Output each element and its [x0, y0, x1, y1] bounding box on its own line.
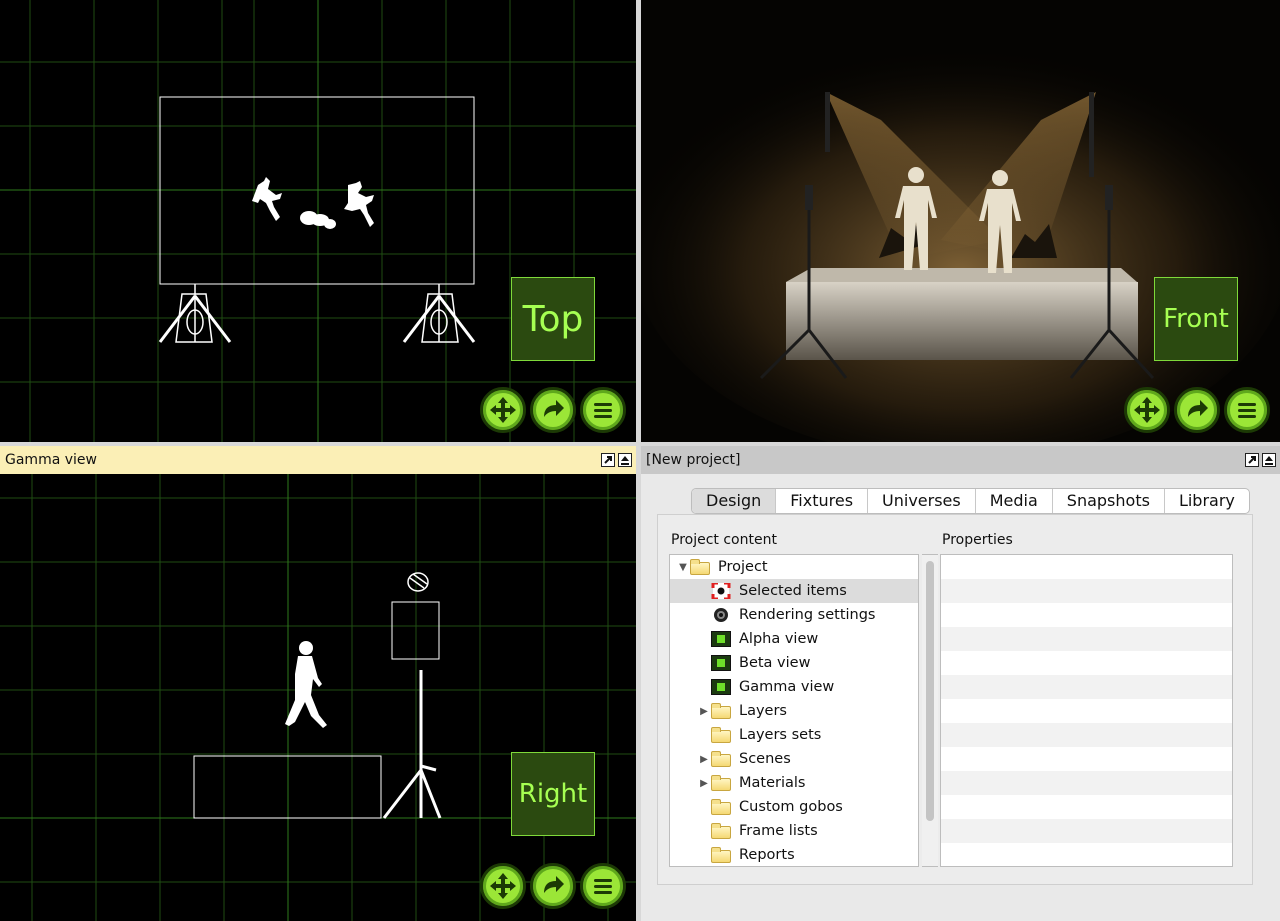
tree-item-rendering-settings[interactable]: Rendering settings	[670, 603, 918, 627]
project-tree[interactable]: ▼ Project Selected items Rendering settin…	[669, 554, 919, 867]
folder-icon	[711, 847, 731, 863]
right-rotate-button[interactable]	[530, 863, 576, 909]
property-row[interactable]	[941, 627, 1232, 651]
front-menu-button[interactable]	[1224, 387, 1270, 433]
folder-icon	[711, 823, 731, 839]
tab-snapshots[interactable]: Snapshots	[1053, 489, 1165, 513]
project-panel-titlebar[interactable]: [New project]	[641, 446, 1280, 474]
viewport-icon	[711, 655, 731, 671]
project-content-header: Project content	[671, 532, 777, 548]
move-arrows-icon	[1134, 397, 1160, 423]
collapsed-triangle-icon[interactable]: ▶	[697, 778, 711, 789]
rotate-arrow-icon	[544, 876, 564, 893]
top-viewport-grid	[0, 0, 636, 442]
folder-icon	[711, 799, 731, 815]
right-tripod-icon	[382, 670, 442, 819]
front-render-scene	[641, 0, 1280, 442]
tree-item-custom-gobos[interactable]: Custom gobos	[670, 795, 918, 819]
expanded-triangle-icon[interactable]: ▼	[676, 562, 690, 573]
tree-item-layers[interactable]: ▶ Layers	[670, 699, 918, 723]
tree-item-materials[interactable]: ▶ Materials	[670, 771, 918, 795]
property-row[interactable]	[941, 555, 1232, 579]
tree-item-beta-view[interactable]: Beta view	[670, 651, 918, 675]
collapsed-triangle-icon[interactable]: ▶	[697, 754, 711, 765]
tab-design[interactable]: Design	[692, 489, 777, 513]
folder-icon	[711, 703, 731, 719]
property-row[interactable]	[941, 747, 1232, 771]
property-row[interactable]	[941, 771, 1232, 795]
right-viewport-grid	[0, 474, 636, 921]
top-right-tripod-icon	[402, 284, 476, 343]
viewport-icon	[711, 679, 731, 695]
top-move-button[interactable]	[480, 387, 526, 433]
top-view-label[interactable]: Top	[511, 277, 595, 361]
move-arrows-icon	[490, 873, 516, 899]
project-tabs: Design Fixtures Universes Media Snapshot…	[691, 488, 1250, 514]
top-left-tripod-icon	[158, 284, 232, 343]
eject-icon[interactable]	[1262, 453, 1276, 467]
folder-icon	[690, 559, 710, 575]
property-row[interactable]	[941, 603, 1232, 627]
right-menu-button[interactable]	[580, 863, 626, 909]
folder-icon	[711, 751, 731, 767]
right-move-button[interactable]	[480, 863, 526, 909]
camera-lens-icon	[711, 607, 731, 623]
project-panel: Design Fixtures Universes Media Snapshot…	[641, 474, 1280, 921]
tab-universes[interactable]: Universes	[868, 489, 976, 513]
eject-icon[interactable]	[618, 453, 632, 467]
folder-icon	[711, 775, 731, 791]
tree-item-gamma-view[interactable]: Gamma view	[670, 675, 918, 699]
undock-icon[interactable]	[601, 453, 615, 467]
property-row[interactable]	[941, 579, 1232, 603]
app-root: Top Front Gamma view Right [New project]…	[0, 0, 1280, 921]
front-viewport[interactable]: Front	[641, 0, 1280, 442]
tree-item-layers-sets[interactable]: Layers sets	[670, 723, 918, 747]
tree-item-frame-lists[interactable]: Frame lists	[670, 819, 918, 843]
tree-scrollbar[interactable]	[922, 554, 938, 867]
right-fixture-icon	[407, 572, 429, 592]
menu-lines-icon	[594, 879, 612, 894]
tree-scrollbar-thumb[interactable]	[926, 561, 934, 821]
tab-fixtures[interactable]: Fixtures	[776, 489, 869, 513]
properties-header: Properties	[942, 532, 1013, 548]
tree-item-scenes[interactable]: ▶ Scenes	[670, 747, 918, 771]
right-walking-figure-icon	[285, 641, 327, 728]
front-rotate-button[interactable]	[1174, 387, 1220, 433]
move-arrows-icon	[490, 397, 516, 423]
tab-media[interactable]: Media	[976, 489, 1053, 513]
selection-target-icon	[711, 581, 731, 601]
tree-item-alpha-view[interactable]: Alpha view	[670, 627, 918, 651]
top-figures-icon	[252, 177, 374, 229]
property-row[interactable]	[941, 675, 1232, 699]
viewport-icon	[711, 631, 731, 647]
tab-library[interactable]: Library	[1165, 489, 1249, 513]
tree-item-reports[interactable]: Reports	[670, 843, 918, 866]
menu-lines-icon	[1238, 403, 1256, 418]
top-menu-button[interactable]	[580, 387, 626, 433]
gamma-view-titlebar[interactable]: Gamma view	[0, 446, 636, 474]
property-row[interactable]	[941, 819, 1232, 843]
property-row[interactable]	[941, 723, 1232, 747]
front-view-label[interactable]: Front	[1154, 277, 1238, 361]
tree-item-project[interactable]: ▼ Project	[670, 555, 918, 579]
rotate-arrow-icon	[544, 400, 564, 417]
menu-lines-icon	[594, 403, 612, 418]
property-row[interactable]	[941, 795, 1232, 819]
right-viewport[interactable]: Right	[0, 474, 636, 921]
tree-item-selected-items[interactable]: Selected items	[670, 579, 918, 603]
gamma-view-title: Gamma view	[5, 452, 97, 468]
property-row[interactable]	[941, 651, 1232, 675]
top-viewport[interactable]: Top	[0, 0, 636, 442]
rotate-arrow-icon	[1188, 400, 1208, 417]
properties-list[interactable]	[940, 554, 1233, 867]
project-panel-title: [New project]	[646, 452, 741, 468]
property-row[interactable]	[941, 843, 1232, 866]
right-view-label[interactable]: Right	[511, 752, 595, 836]
collapsed-triangle-icon[interactable]: ▶	[697, 706, 711, 717]
top-rotate-button[interactable]	[530, 387, 576, 433]
undock-icon[interactable]	[1245, 453, 1259, 467]
property-row[interactable]	[941, 699, 1232, 723]
folder-icon	[711, 727, 731, 743]
front-move-button[interactable]	[1124, 387, 1170, 433]
